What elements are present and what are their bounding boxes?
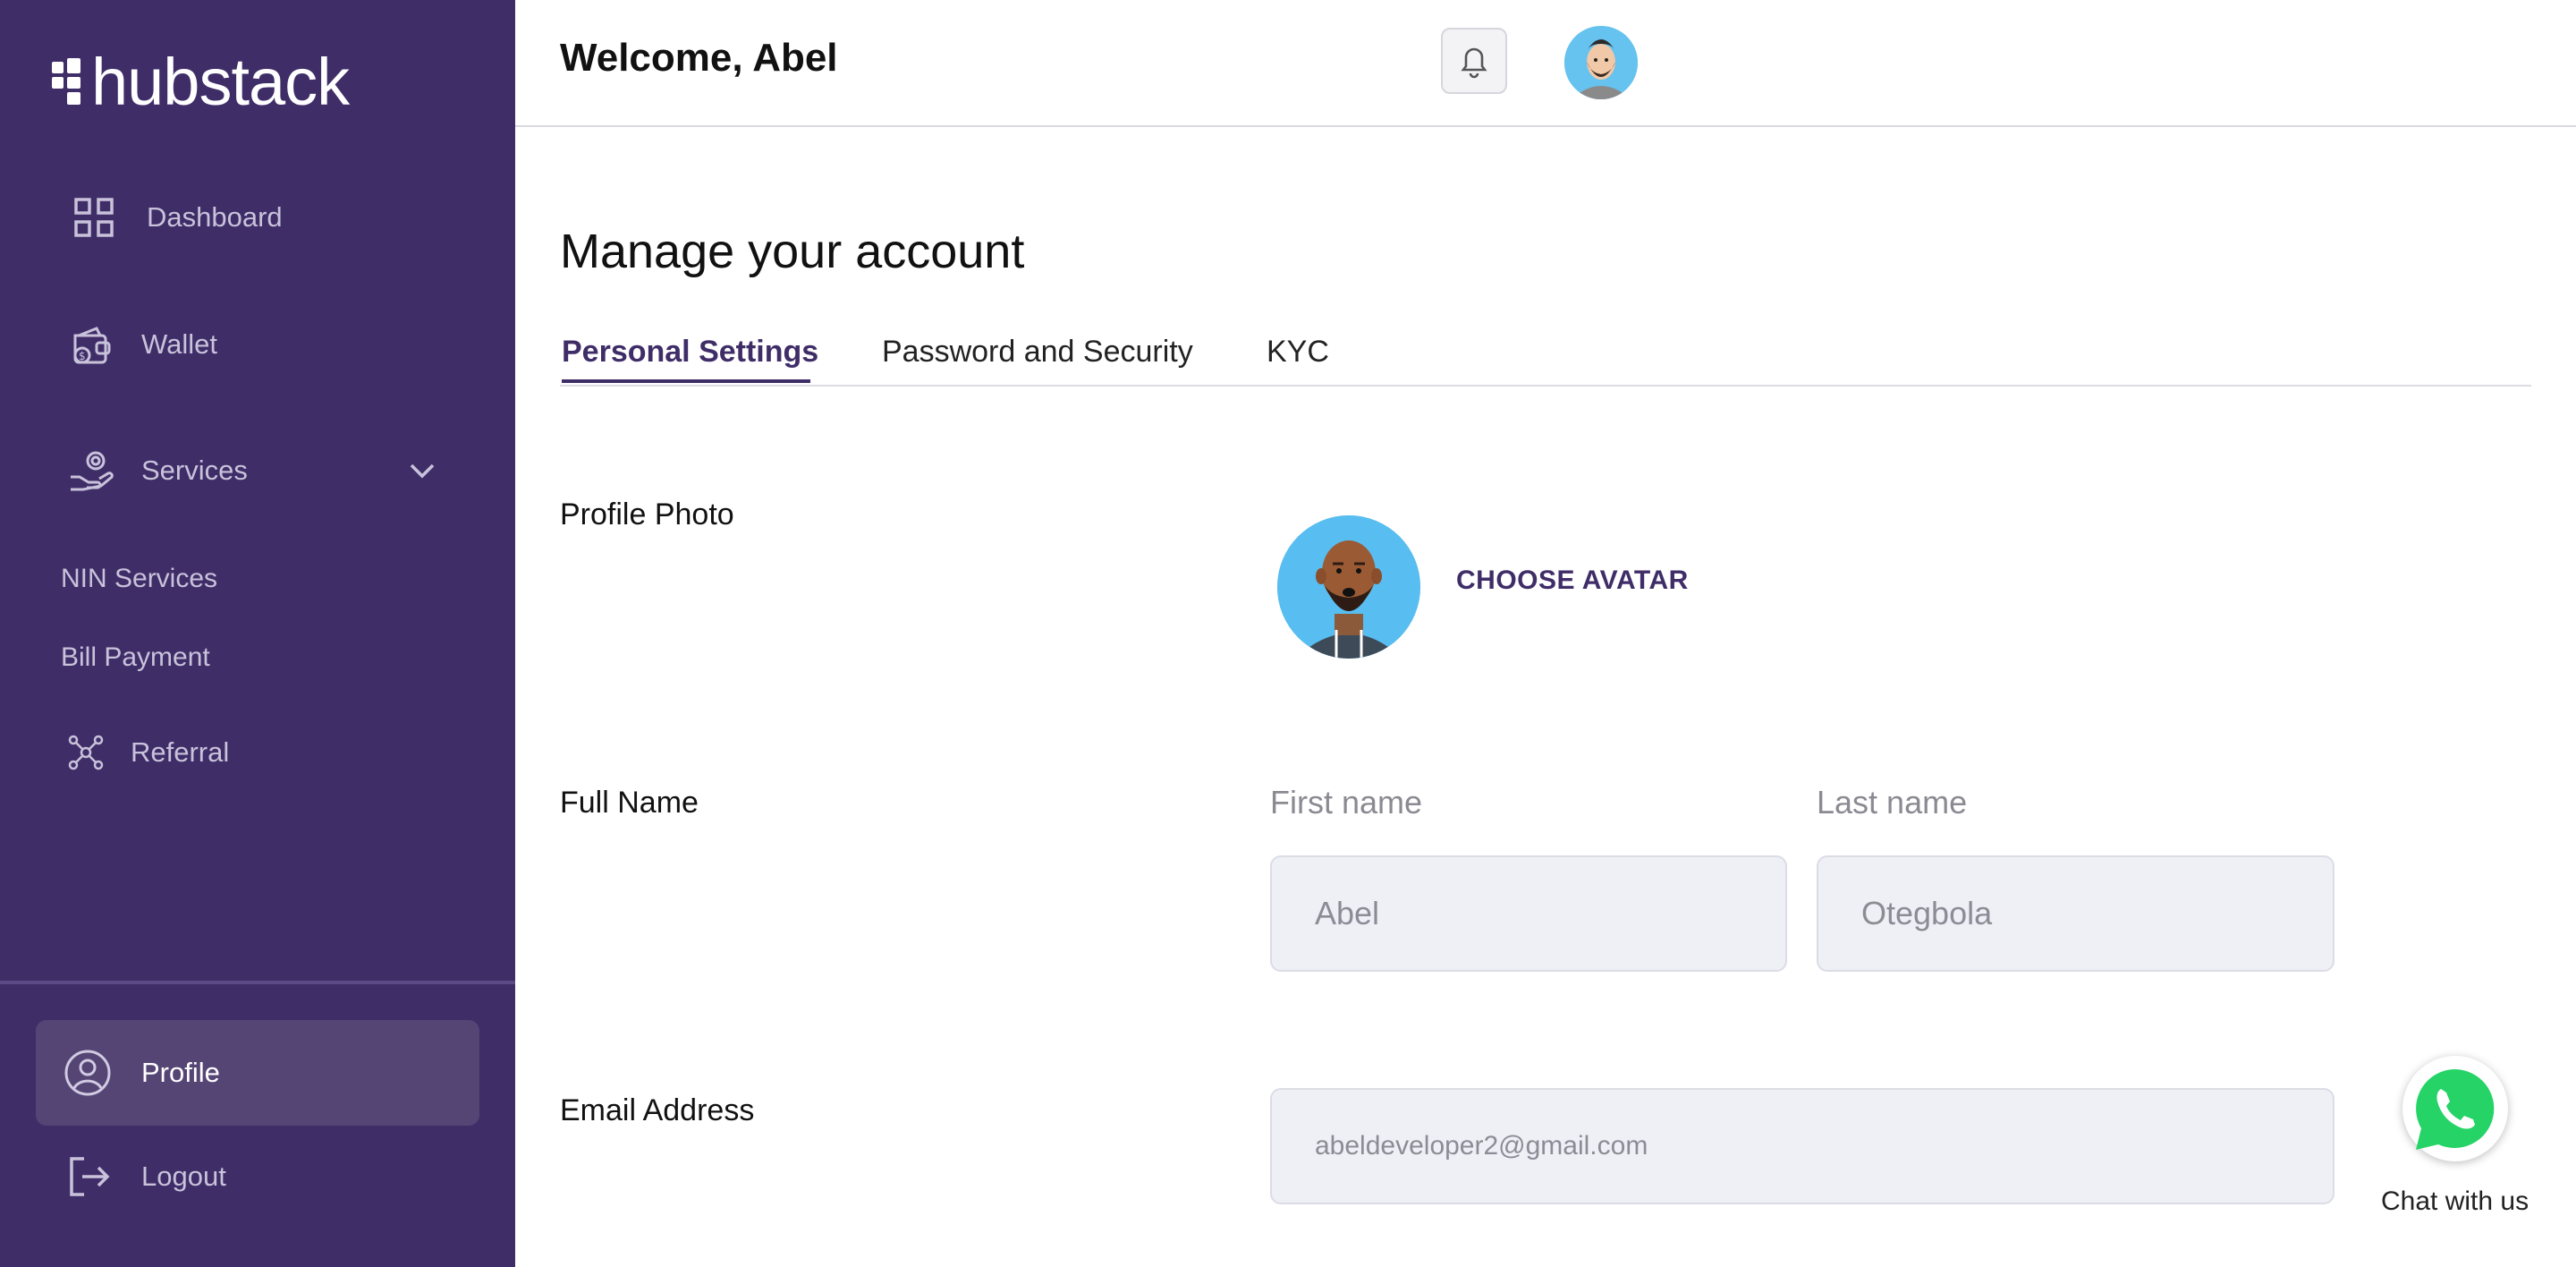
logo-mark-icon <box>52 58 80 105</box>
sidebar-item-label: Dashboard <box>147 201 283 233</box>
avatar-illustration-icon <box>1564 26 1638 99</box>
sidebar-item-label: Services <box>141 455 248 486</box>
first-name-label: First name <box>1270 784 1423 821</box>
avatar-illustration-icon <box>1277 515 1420 659</box>
welcome-title: Welcome, Abel <box>560 36 838 80</box>
first-name-field[interactable]: Abel <box>1270 855 1787 972</box>
sidebar-item-wallet[interactable]: $ Wallet <box>0 304 515 385</box>
chevron-down-icon[interactable] <box>404 453 440 489</box>
sidebar-divider <box>0 981 515 984</box>
profile-photo-label: Profile Photo <box>560 497 734 531</box>
sidebar-item-label: Referral <box>131 736 230 768</box>
notifications-button[interactable] <box>1441 28 1507 94</box>
sidebar-item-profile-content[interactable]: Profile <box>0 1033 515 1113</box>
sidebar-item-logout[interactable]: Logout <box>0 1136 515 1217</box>
sidebar-item-bill-payment[interactable]: Bill Payment <box>61 642 210 673</box>
choose-avatar-button[interactable]: CHOOSE AVATAR <box>1456 565 1689 596</box>
page-title: Manage your account <box>560 225 1025 278</box>
tab-personal-settings[interactable]: Personal Settings <box>562 335 818 370</box>
sidebar-item-services[interactable]: Services <box>0 430 515 511</box>
email-field[interactable]: abeldeveloper2@gmail.com <box>1270 1088 2334 1204</box>
whatsapp-icon <box>2416 1069 2495 1150</box>
email-label: Email Address <box>560 1093 755 1127</box>
last-name-field[interactable]: Otegbola <box>1817 855 2334 972</box>
logout-icon <box>64 1152 114 1202</box>
svg-text:$: $ <box>79 350 86 362</box>
sidebar-item-label: Profile <box>141 1057 220 1088</box>
user-avatar[interactable] <box>1564 26 1638 99</box>
active-tab-indicator <box>562 379 810 383</box>
services-icon <box>66 446 116 496</box>
sidebar-item-label: Wallet <box>141 328 217 360</box>
brand-name: hubstack <box>91 45 350 119</box>
sidebar-item-label: Logout <box>141 1161 226 1192</box>
full-name-label: Full Name <box>560 786 699 820</box>
wallet-icon: $ <box>66 319 116 370</box>
chat-with-us-label[interactable]: Chat with us <box>2381 1186 2529 1217</box>
whatsapp-chat-button[interactable] <box>2402 1056 2508 1161</box>
grid-icon <box>72 195 116 240</box>
profile-avatar[interactable] <box>1277 515 1420 659</box>
tab-kyc[interactable]: KYC <box>1267 335 1329 370</box>
sidebar-item-dashboard[interactable]: Dashboard <box>0 177 515 258</box>
top-header: Welcome, Abel <box>515 0 2576 127</box>
sidebar: hubstack Dashboard $ Wallet Services NIN… <box>0 0 515 1267</box>
settings-tabs: Personal Settings Password and Security … <box>560 331 2531 387</box>
last-name-label: Last name <box>1817 784 1968 821</box>
sidebar-item-referral[interactable]: Referral <box>0 712 515 793</box>
bell-icon <box>1461 47 1487 79</box>
brand-logo[interactable]: hubstack <box>50 45 350 119</box>
user-circle-icon <box>63 1048 113 1098</box>
referral-icon <box>66 733 106 772</box>
sidebar-item-nin-services[interactable]: NIN Services <box>61 564 217 594</box>
tab-password-and-security[interactable]: Password and Security <box>882 335 1193 370</box>
